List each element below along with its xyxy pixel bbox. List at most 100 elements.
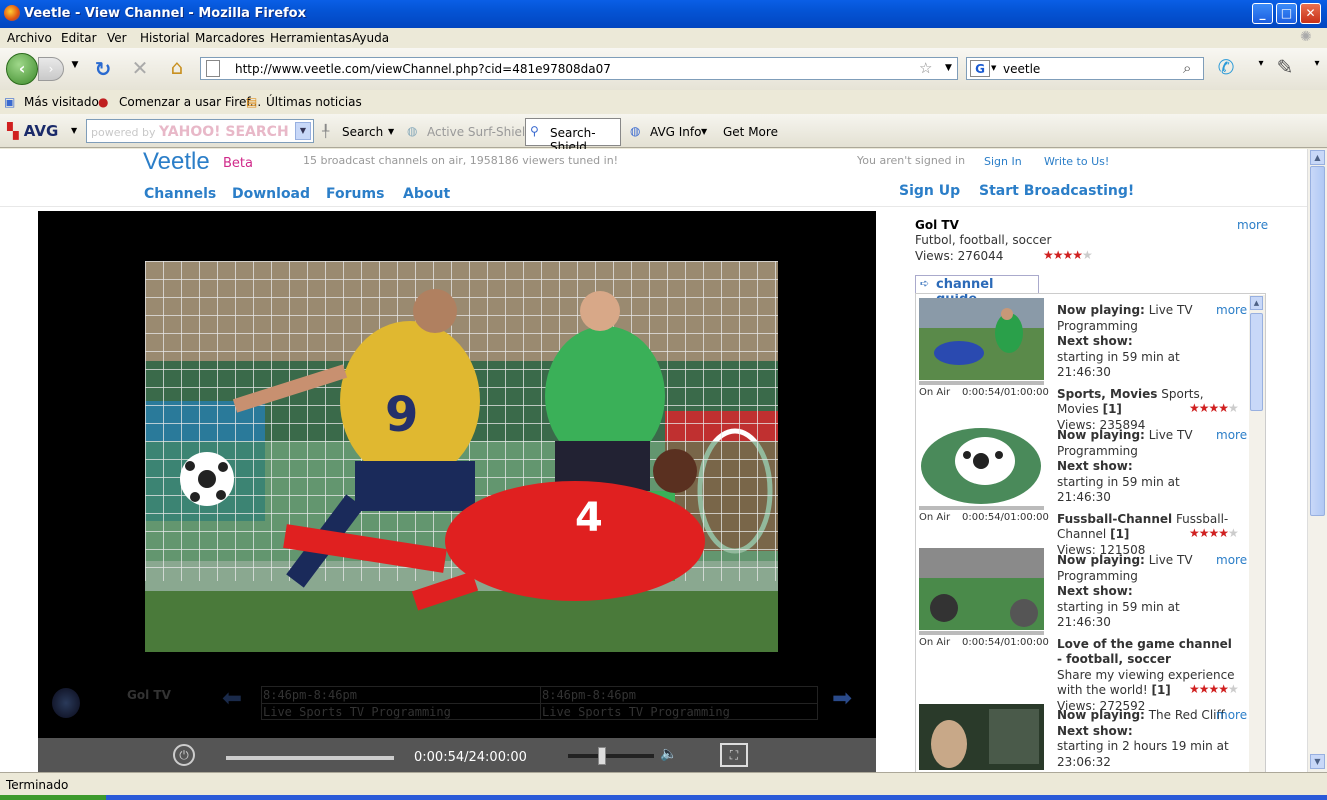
bookmark-most-visited[interactable]: Más visitados — [24, 95, 105, 109]
channel-thumbnail[interactable] — [919, 548, 1044, 630]
avg-search-dropdown-icon[interactable]: ▼ — [295, 122, 311, 140]
menu-herramientas[interactable]: Herramientas — [270, 31, 352, 45]
bookmark-getting-started[interactable]: Comenzar a usar Firef... — [119, 95, 261, 109]
search-input[interactable]: veetle — [1003, 62, 1040, 76]
volume-slider[interactable] — [568, 747, 654, 765]
menu-ayuda[interactable]: Ayuda — [352, 31, 389, 45]
scroll-thumb[interactable] — [1310, 166, 1325, 516]
item-name-link[interactable]: Fussball-Channel — [1057, 512, 1172, 528]
url-bar[interactable]: http://www.veetle.com/viewChannel.php?ci… — [200, 57, 958, 80]
write-to-us-link[interactable]: Write to Us! — [1044, 155, 1109, 168]
speaker-icon[interactable]: 🔈 — [660, 746, 677, 762]
nav-download[interactable]: Download — [232, 186, 310, 202]
back-button[interactable]: ‹ — [6, 53, 38, 85]
nav-channels[interactable]: Channels — [144, 186, 216, 202]
firefox-icon — [4, 5, 20, 21]
url-dropdown-icon[interactable]: ▼ — [945, 63, 952, 73]
channel-more-link[interactable]: more — [1237, 218, 1268, 232]
active-surf-shield[interactable]: Active Surf-Shield — [427, 125, 533, 139]
item-more-link[interactable]: more — [1216, 303, 1247, 317]
avg-info-dropdown-icon[interactable]: ▼ — [701, 127, 707, 136]
channel-thumbnail[interactable] — [919, 423, 1044, 505]
guide-item[interactable]: On Air 0:00:54/01:00:00 Now playing: Liv… — [919, 295, 1249, 432]
scroll-up-icon[interactable]: ▲ — [1310, 150, 1325, 165]
menu-historial[interactable]: Historial — [140, 31, 190, 45]
home-icon[interactable]: ⌂ — [166, 55, 188, 79]
progress-track[interactable] — [226, 756, 394, 760]
menu-ver[interactable]: Ver — [107, 31, 127, 45]
scroll-down-icon[interactable]: ▼ — [1310, 754, 1325, 769]
menu-editar[interactable]: Editar — [61, 31, 97, 45]
item-name-link[interactable]: Love of the game channel - football, soc… — [1057, 637, 1235, 668]
edit-icon[interactable]: ✎ — [1274, 55, 1296, 79]
overflow-icon[interactable]: ▾ — [1306, 58, 1327, 69]
nav-about[interactable]: About — [403, 186, 450, 202]
item-name-link[interactable]: Sports, Movies — [1057, 387, 1157, 403]
avg-search-button[interactable]: Search — [342, 125, 383, 139]
google-icon[interactable]: G — [970, 60, 990, 77]
menu-marcadores[interactable]: Marcadores — [195, 31, 265, 45]
engine-dropdown-icon[interactable]: ▼ — [991, 64, 996, 72]
item-more-link[interactable]: more — [1216, 708, 1247, 722]
channel-thumbnail[interactable] — [919, 298, 1044, 380]
veetle-logo[interactable]: Veetle — [143, 148, 210, 176]
guide-item[interactable]: On Air 0:00:54/01:00:00 Now playing: Liv… — [919, 420, 1249, 557]
guide-cell-time: 8:46pm-8:46pm — [263, 688, 357, 702]
page-scrollbar[interactable]: ▲ ▼ — [1307, 149, 1327, 772]
menu-bar: Archivo Editar Ver Historial Marcadores … — [0, 28, 1327, 48]
avg-dropdown-icon[interactable]: ▼ — [71, 126, 77, 135]
bookmarks-bar: ▣ Más visitados ● Comenzar a usar Firef.… — [0, 90, 1327, 114]
ball-thumbnail-image — [919, 423, 1044, 505]
bookmark-latest-news[interactable]: Últimas noticias — [266, 95, 362, 109]
start-broadcasting-link[interactable]: Start Broadcasting! — [979, 183, 1134, 199]
avg-search-input[interactable]: powered by YAHOO! SEARCH ▼ — [86, 119, 314, 143]
search-icon[interactable]: ⌕ — [1183, 59, 1191, 77]
guide-scroll-up-icon[interactable]: ▲ — [1250, 296, 1263, 310]
close-button[interactable]: ✕ — [1300, 3, 1321, 24]
skype-icon[interactable]: ✆ — [1215, 55, 1237, 79]
taskbar-strip — [0, 795, 1327, 800]
channel-guide-tab[interactable]: ➪ channel guide — [915, 275, 1039, 307]
thumb-progress — [919, 381, 1044, 385]
stop-icon[interactable]: ✕ — [129, 56, 151, 80]
nav-forums[interactable]: Forums — [326, 186, 384, 202]
item-time: 0:00:54/01:00:00 — [962, 387, 1049, 398]
video-frame[interactable]: 9 4 — [145, 261, 778, 652]
sign-in-link[interactable]: Sign In — [984, 155, 1022, 168]
get-more-button[interactable]: Get More — [723, 125, 778, 139]
item-more-link[interactable]: more — [1216, 428, 1247, 442]
bookmark-star-icon[interactable]: ☆ — [919, 59, 932, 77]
search-shield-button[interactable]: ⚲ Search-Shield — [525, 118, 621, 154]
minimize-button[interactable]: _ — [1252, 3, 1273, 24]
sign-up-link[interactable]: Sign Up — [899, 183, 960, 199]
guide-scroll-thumb[interactable] — [1250, 313, 1263, 411]
search-bar[interactable]: G ▼ veetle ⌕ — [966, 57, 1204, 80]
item-time: 0:00:54/01:00:00 — [962, 512, 1049, 523]
avg-info-button[interactable]: AVG Info — [650, 125, 701, 139]
guide-prev-icon[interactable]: ⬅ — [222, 684, 242, 712]
program-guide-grid: 8:46pm-8:46pm 8:46pm-8:46pm Live Sports … — [261, 686, 818, 720]
site-tagline: 15 broadcast channels on air, 1958186 vi… — [303, 154, 619, 167]
channel-thumbnail[interactable] — [919, 704, 1044, 770]
guide-item[interactable]: Now playing: The Red Cliff Next show: sta… — [919, 701, 1249, 772]
maximize-button[interactable]: □ — [1276, 3, 1297, 24]
forward-button[interactable]: › — [38, 57, 64, 81]
avg-logo[interactable]: ▚ AVG — [7, 122, 58, 140]
guide-scrollbar[interactable]: ▲ — [1249, 295, 1265, 773]
status-text: Terminado — [6, 778, 69, 792]
item-more-link[interactable]: more — [1216, 553, 1247, 567]
menu-archivo[interactable]: Archivo — [7, 31, 52, 45]
volume-knob[interactable] — [598, 747, 607, 765]
page-icon — [206, 60, 220, 77]
broadcast-icon — [52, 688, 80, 718]
toolbar-dropdown-icon[interactable]: ▾ — [1250, 58, 1272, 69]
power-icon[interactable]: ⏻ — [173, 744, 195, 766]
history-dropdown-icon[interactable]: ▼ — [64, 60, 86, 70]
avg-search-dropdown2-icon[interactable]: ▼ — [388, 127, 394, 136]
search-shield-icon: ⚲ — [530, 124, 539, 138]
guide-next-icon[interactable]: ➡ — [832, 684, 852, 712]
window-titlebar: Veetle - View Channel - Mozilla Firefox … — [0, 0, 1327, 28]
reload-icon[interactable]: ↻ — [92, 57, 114, 81]
guide-item[interactable]: On Air 0:00:54/01:00:00 Now playing: Liv… — [919, 545, 1249, 713]
fullscreen-icon[interactable]: ⛶ — [720, 743, 748, 767]
